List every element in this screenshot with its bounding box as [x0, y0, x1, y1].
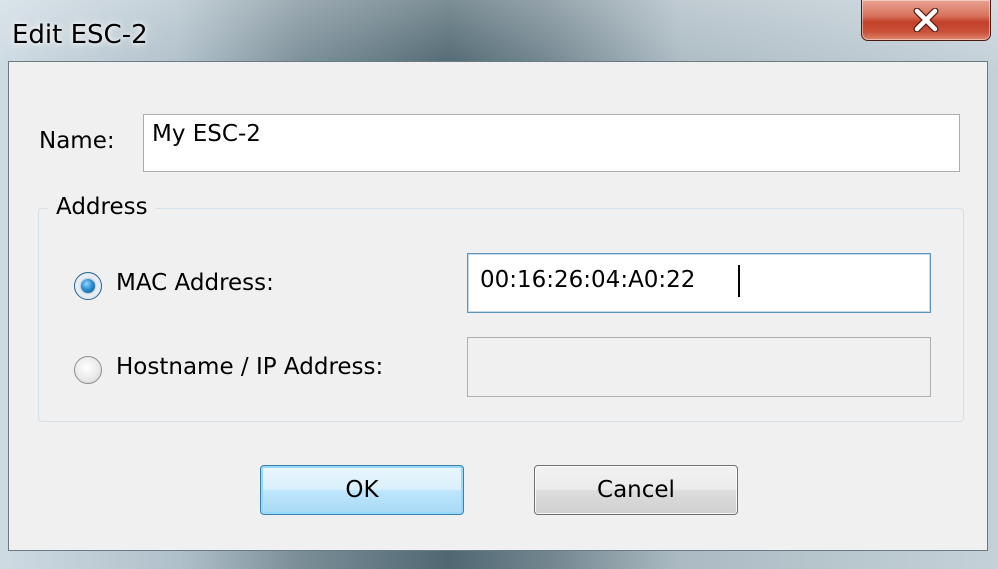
hostname-radio[interactable] [74, 356, 102, 384]
window-title: Edit ESC-2 [12, 20, 148, 50]
mac-address-radio[interactable] [74, 272, 102, 300]
close-button[interactable] [861, 0, 991, 41]
mac-address-label[interactable]: MAC Address: [116, 270, 274, 296]
dialog-client-area: Name: Address MAC Address: Hostname / IP… [8, 61, 988, 551]
name-label: Name: [39, 128, 115, 154]
hostname-label[interactable]: Hostname / IP Address: [116, 354, 383, 380]
ok-button-label: OK [345, 477, 379, 503]
mac-address-input[interactable] [467, 253, 931, 313]
close-icon [911, 8, 941, 32]
hostname-input[interactable] [467, 337, 931, 397]
address-group-label: Address [48, 194, 156, 220]
ok-button[interactable]: OK [260, 465, 464, 515]
cancel-button[interactable]: Cancel [534, 465, 738, 515]
text-caret [738, 265, 740, 297]
cancel-button-label: Cancel [597, 477, 675, 503]
name-input[interactable] [143, 114, 960, 172]
